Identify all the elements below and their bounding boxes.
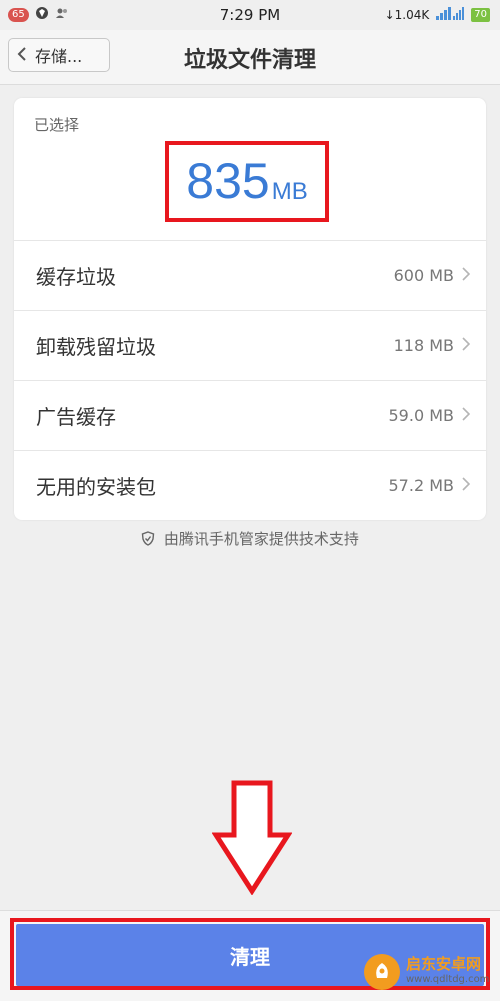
chevron-right-icon xyxy=(462,405,471,426)
chevron-right-icon xyxy=(462,475,471,496)
row-label: 缓存垃圾 xyxy=(36,265,116,289)
junk-row-useless-apk[interactable]: 无用的安装包 57.2 MB xyxy=(14,450,486,520)
total-size-unit: MB xyxy=(271,178,308,205)
row-label: 卸载残留垃圾 xyxy=(36,335,156,359)
site-watermark: 启东安卓网 www.qdltdg.com xyxy=(364,950,496,994)
total-size-value: 835 xyxy=(186,153,270,209)
junk-row-cache[interactable]: 缓存垃圾 600 MB xyxy=(14,240,486,310)
support-notice: 由腾讯手机管家提供技术支持 xyxy=(0,528,500,549)
row-size: 59.0 MB xyxy=(388,406,455,425)
shield-icon xyxy=(141,530,164,548)
chevron-left-icon xyxy=(17,46,27,65)
watermark-name: 启东安卓网 xyxy=(406,955,482,973)
back-button[interactable]: 存储... xyxy=(8,38,110,72)
signal-icon xyxy=(435,6,465,24)
row-label: 广告缓存 xyxy=(36,405,116,429)
junk-summary-card: 已选择 835 MB 缓存垃圾 600 MB 卸载残留垃圾 118 MB 广告缓… xyxy=(14,98,486,520)
row-size: 600 MB xyxy=(393,266,454,285)
row-size: 57.2 MB xyxy=(388,476,455,495)
support-text: 由腾讯手机管家提供技术支持 xyxy=(163,530,359,548)
total-size-highlight: 835 MB xyxy=(165,141,329,222)
selected-label: 已选择 xyxy=(34,116,80,134)
watermark-url: www.qdltdg.com xyxy=(406,974,490,985)
junk-category-list: 缓存垃圾 600 MB 卸载残留垃圾 118 MB 广告缓存 59.0 MB 无… xyxy=(14,240,486,520)
chevron-right-icon xyxy=(462,335,471,356)
back-label: 存储... xyxy=(35,47,83,66)
notification-count-badge: 65 xyxy=(8,8,29,22)
down-arrow-annotation-icon xyxy=(211,780,293,896)
chevron-right-icon xyxy=(462,265,471,286)
junk-row-uninstall-residue[interactable]: 卸载残留垃圾 118 MB xyxy=(14,310,486,380)
watermark-logo-icon xyxy=(364,954,400,990)
battery-indicator: 70 xyxy=(471,8,490,22)
row-size: 118 MB xyxy=(393,336,454,355)
nav-header: 存储... 垃圾文件清理 xyxy=(0,30,500,85)
user-status-icon xyxy=(55,6,69,24)
row-label: 无用的安装包 xyxy=(36,475,156,499)
shield-status-icon xyxy=(35,6,49,24)
junk-row-ad-cache[interactable]: 广告缓存 59.0 MB xyxy=(14,380,486,450)
network-speed: ↓1.04K xyxy=(384,8,430,22)
status-bar: 65 7:29 PM ↓1.04K 70 xyxy=(0,0,500,30)
